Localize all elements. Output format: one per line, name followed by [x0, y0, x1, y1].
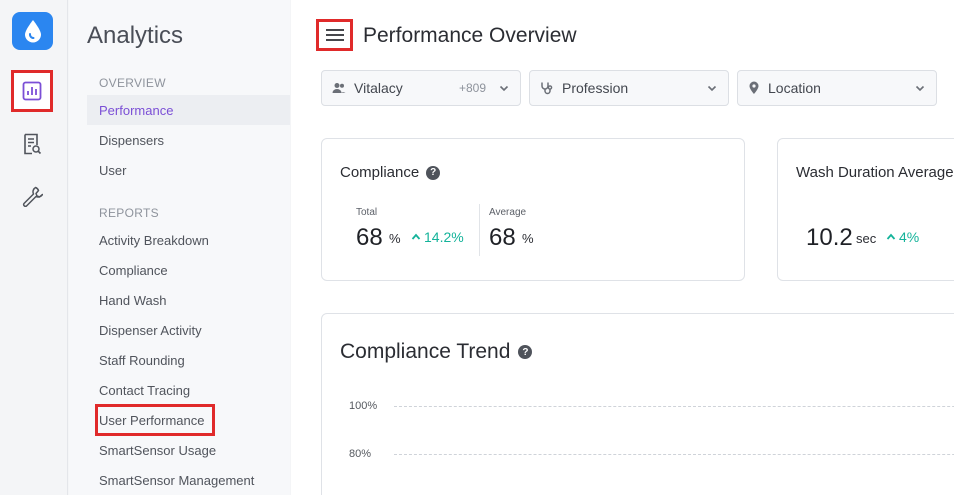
arrow-up-icon [886, 233, 896, 240]
analytics-nav: Analytics OVERVIEW Performance Dispenser… [69, 0, 290, 495]
user-performance-highlight [95, 404, 215, 436]
wash-duration-title: Wash Duration Average [796, 164, 954, 181]
help-icon[interactable]: ? [426, 165, 441, 180]
page-title: Performance Overview [363, 24, 577, 47]
location-pin-icon [748, 81, 760, 95]
nav-item-user[interactable]: User [87, 155, 290, 185]
y-tick-label: 80% [349, 448, 372, 460]
nav-item-smartsensor-management[interactable]: SmartSensor Management [87, 465, 290, 495]
help-icon[interactable]: ? [518, 345, 533, 359]
compliance-title-text: Compliance [340, 164, 420, 181]
nav-item-smartsensor-usage[interactable]: SmartSensor Usage [87, 435, 290, 465]
location-filter[interactable]: Location [737, 70, 937, 106]
nav-item-staff-rounding[interactable]: Staff Rounding [87, 345, 290, 375]
compliance-trend-title: Compliance Trend ? [340, 340, 533, 364]
wash-duration-card: Wash Duration Average 10.2 sec 4% [777, 138, 954, 281]
nav-section-reports: REPORTS [99, 206, 159, 220]
nav-item-contact-tracing[interactable]: Contact Tracing [87, 375, 290, 405]
average-label: Average [489, 207, 527, 218]
wash-duration-value: 10.2 [806, 224, 853, 251]
gridline [394, 406, 954, 407]
total-value: 68 [356, 224, 383, 251]
nav-item-performance[interactable]: Performance [87, 95, 290, 125]
metric-divider [479, 204, 480, 256]
total-label: Total [356, 207, 378, 218]
wash-duration-delta-value: 4% [899, 229, 920, 245]
nav-section-overview: OVERVIEW [99, 76, 166, 90]
nav-item-dispensers[interactable]: Dispensers [87, 125, 290, 155]
wrench-icon[interactable] [11, 175, 53, 217]
compliance-trend-title-text: Compliance Trend [340, 340, 511, 363]
nav-title: Analytics [87, 22, 184, 49]
organization-filter[interactable]: Vitalacy +809 [321, 70, 521, 106]
average-value: 68 [489, 224, 516, 251]
arrow-up-icon [411, 233, 421, 240]
icon-rail [0, 0, 68, 495]
chevron-down-icon [914, 81, 926, 97]
y-tick-label: 100% [349, 400, 378, 412]
reports-icon[interactable] [11, 123, 53, 165]
analytics-icon[interactable] [11, 70, 53, 112]
app-logo-icon[interactable] [12, 12, 53, 50]
wash-duration-unit: sec [856, 231, 877, 246]
compliance-card: Compliance ? Total 68 % 14.2% Average 68… [321, 138, 745, 281]
gridline [394, 454, 954, 455]
wash-duration-delta: 4% [886, 229, 919, 245]
profession-filter[interactable]: Profession [529, 70, 729, 106]
stethoscope-icon [540, 81, 554, 95]
total-unit: % [389, 231, 401, 246]
hamburger-menu-icon[interactable] [316, 19, 353, 51]
total-delta-value: 14.2% [424, 229, 464, 245]
nav-item-dispenser-activity[interactable]: Dispenser Activity [87, 315, 290, 345]
profession-filter-label: Profession [562, 80, 629, 96]
main-content: Performance Overview Vitalacy +809 Profe… [291, 0, 954, 495]
location-filter-label: Location [768, 80, 821, 96]
compliance-trend-card: Compliance Trend ? 100% 80% [321, 313, 954, 495]
nav-item-hand-wash[interactable]: Hand Wash [87, 285, 290, 315]
organization-filter-count: +809 [458, 81, 486, 95]
nav-item-activity-breakdown[interactable]: Activity Breakdown [87, 225, 290, 255]
chevron-down-icon [498, 81, 510, 97]
chevron-down-icon [706, 81, 718, 97]
average-unit: % [522, 231, 534, 246]
nav-item-compliance[interactable]: Compliance [87, 255, 290, 285]
users-icon [332, 82, 346, 94]
organization-filter-label: Vitalacy [354, 80, 403, 96]
total-delta: 14.2% [411, 229, 464, 245]
compliance-card-title: Compliance ? [340, 164, 441, 181]
